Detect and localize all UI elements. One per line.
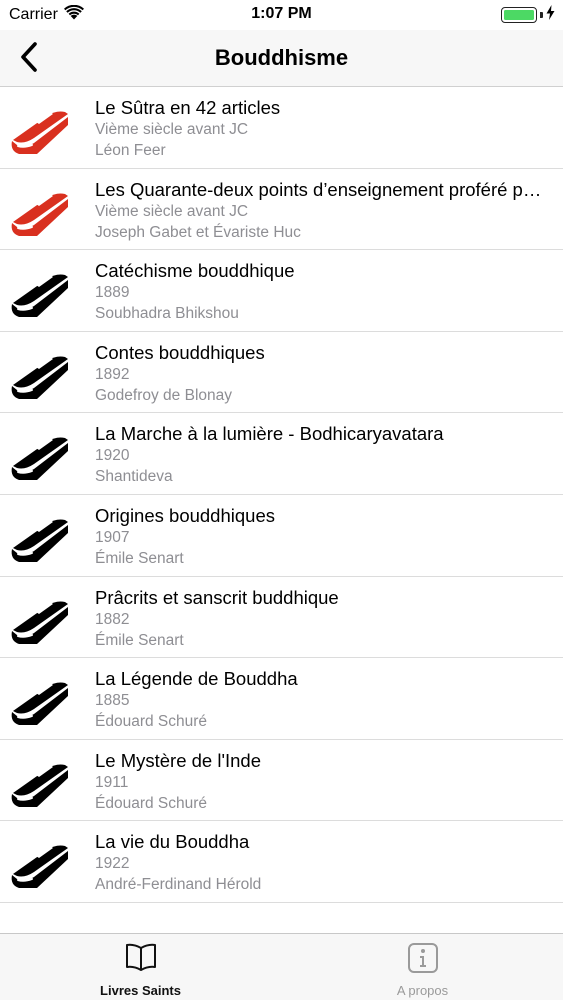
charging-bolt-icon (546, 5, 555, 25)
book-row[interactable]: La vie du Bouddha 1922 André-Ferdinand H… (0, 821, 563, 903)
book-date: Vième siècle avant JC (95, 121, 249, 138)
status-right (501, 5, 555, 25)
book-date: 1885 (95, 692, 130, 710)
battery-level-fill (504, 10, 534, 20)
battery-cap (540, 12, 543, 18)
info-icon (282, 942, 563, 974)
book-icon (10, 99, 72, 157)
book-title: Le Mystère de l'Inde (95, 749, 262, 771)
book-icon (10, 752, 72, 810)
book-date: 1922 (95, 855, 130, 873)
book-date: 1892 (95, 365, 130, 383)
tab-label-a-propos: A propos (396, 983, 449, 998)
book-text: Prâcrits et sanscrit buddhique 1882 Émil… (95, 586, 547, 651)
book-icon (10, 670, 72, 728)
book-text: Catéchisme bouddhique 1889 Soubhadra Bhi… (95, 259, 547, 324)
book-row[interactable]: Le Sûtra en 42 articles Vième siècle ava… (0, 87, 563, 169)
book-row[interactable]: Origines bouddhiques 1907 Émile Senart (0, 495, 563, 577)
book-title: Catéchisme bouddhique (95, 260, 295, 282)
book-text: La vie du Bouddha 1922 André-Ferdinand H… (95, 830, 547, 895)
book-author: Émile Senart (95, 549, 184, 567)
tab-a-propos[interactable]: A propos (282, 934, 563, 1000)
open-book-icon (0, 942, 281, 974)
book-row[interactable]: Les Quarante-deux points d’enseignement … (0, 169, 563, 251)
book-title: Le Sûtra en 42 articles (95, 97, 281, 118)
book-title: La Marche à la lumière - Bodhicaryavatar… (95, 423, 444, 445)
book-title: Origines bouddhiques (95, 504, 275, 526)
book-author: Godefroy de Blonay (95, 386, 233, 404)
book-text: Origines bouddhiques 1907 Émile Senart (95, 504, 547, 569)
status-time: 1:07 PM (251, 5, 312, 22)
book-icon (10, 425, 72, 483)
book-row[interactable]: La Légende de Bouddha 1885 Édouard Schur… (0, 658, 563, 740)
book-title: Prâcrits et sanscrit buddhique (95, 586, 339, 608)
navigation-bar: Bouddhisme (0, 30, 563, 87)
book-date: 1889 (95, 284, 130, 302)
book-text: Contes bouddhiques 1892 Godefroy de Blon… (95, 341, 547, 406)
status-bar: Carrier 1:07 PM (0, 0, 563, 30)
book-title: Contes bouddhiques (95, 341, 265, 363)
book-row[interactable]: Le Mystère de l'Inde 1911 Édouard Schuré (0, 740, 563, 822)
book-icon (10, 344, 72, 402)
book-date: 1907 (95, 528, 130, 546)
book-author: Léon Feer (95, 142, 166, 159)
tab-label-livres-saints: Livres Saints (100, 983, 181, 998)
book-text: Le Mystère de l'Inde 1911 Édouard Schuré (95, 749, 547, 814)
book-author: Joseph Gabet et Évariste Huc (95, 223, 301, 241)
tab-livres-saints[interactable]: Livres Saints (0, 934, 281, 1000)
book-list: Le Sûtra en 42 articles Vième siècle ava… (0, 87, 563, 903)
book-author: Édouard Schuré (95, 794, 208, 812)
book-author: André-Ferdinand Hérold (95, 876, 262, 894)
book-icon (10, 181, 72, 239)
book-icon (10, 262, 72, 320)
book-text: Les Quarante-deux points d’enseignement … (95, 178, 547, 243)
book-row[interactable]: La Marche à la lumière - Bodhicaryavatar… (0, 413, 563, 495)
book-row[interactable]: Catéchisme bouddhique 1889 Soubhadra Bhi… (0, 250, 563, 332)
book-title: La Légende de Bouddha (95, 668, 298, 690)
book-text: Le Sûtra en 42 articles Vième siècle ava… (95, 96, 547, 161)
book-author: Shantideva (95, 468, 173, 486)
book-author: Édouard Schuré (95, 713, 208, 731)
book-title: Les Quarante-deux points d’enseignement … (95, 178, 547, 200)
book-text: La Marche à la lumière - Bodhicaryavatar… (95, 422, 547, 487)
book-date: 1911 (95, 773, 129, 791)
book-title: La vie du Bouddha (95, 831, 250, 853)
page-title: Bouddhisme (214, 45, 349, 70)
battery-icon (501, 7, 537, 23)
book-author: Soubhadra Bhikshou (95, 305, 239, 323)
book-icon (10, 833, 72, 891)
book-row[interactable]: Prâcrits et sanscrit buddhique 1882 Émil… (0, 577, 563, 659)
book-icon (10, 589, 72, 647)
book-date: 1920 (95, 447, 130, 465)
book-author: Émile Senart (95, 631, 184, 649)
tab-bar: Livres Saints A propos (0, 933, 563, 1000)
book-row[interactable]: Contes bouddhiques 1892 Godefroy de Blon… (0, 332, 563, 414)
book-text: La Légende de Bouddha 1885 Édouard Schur… (95, 667, 547, 732)
book-date: Vième siècle avant JC (95, 202, 249, 220)
book-icon (10, 507, 72, 565)
book-date: 1882 (95, 610, 130, 628)
